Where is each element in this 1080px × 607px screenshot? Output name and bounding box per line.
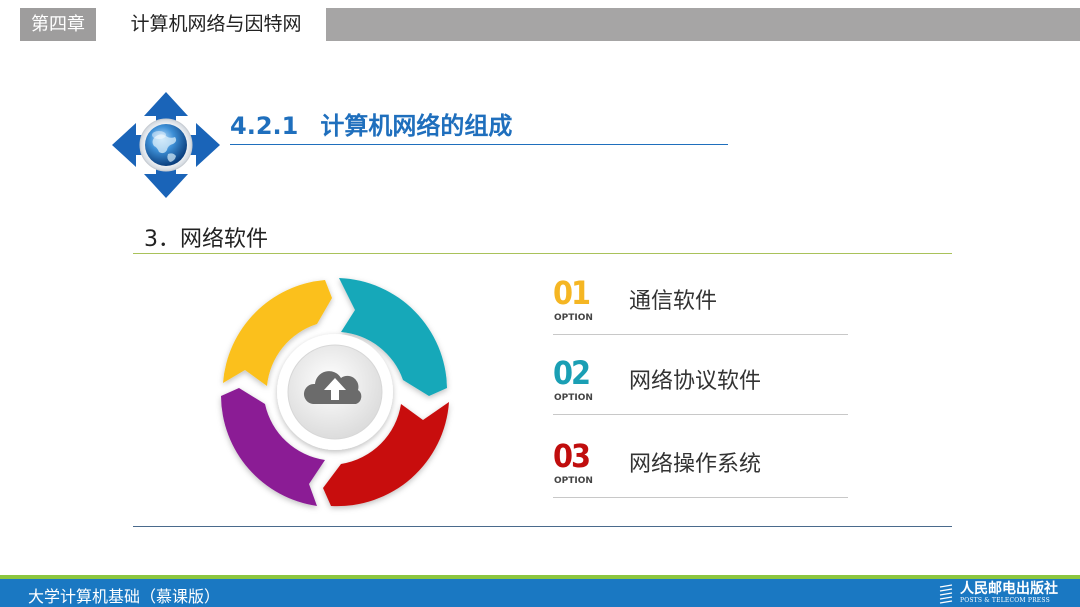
option-item-1: 01 OPTION 通信软件 — [553, 275, 848, 335]
option-label: 通信软件 — [629, 289, 718, 314]
publisher-logo: 人民邮电出版社 POSTS & TELECOM PRESS — [939, 581, 1058, 605]
option-tag: OPTION — [554, 313, 593, 323]
globe-arrows-icon — [110, 90, 222, 200]
chapter-tag: 第四章 — [20, 8, 96, 41]
option-item-2: 02 OPTION 网络协议软件 — [553, 355, 848, 415]
footer-bar: 大学计算机基础（慕课版） 人民邮电出版社 POSTS & TELECOM PRE… — [0, 579, 1080, 607]
publisher-mark-icon — [939, 584, 953, 604]
option-tag: OPTION — [554, 476, 593, 486]
option-tag: OPTION — [554, 393, 593, 403]
top-bar-fill — [326, 8, 1080, 41]
option-divider — [553, 497, 848, 498]
content-bottom-divider — [133, 526, 952, 527]
option-label: 网络协议软件 — [629, 369, 762, 394]
option-item-3: 03 OPTION 网络操作系统 — [553, 438, 848, 498]
option-divider — [553, 414, 848, 415]
option-number: 02 — [553, 354, 591, 392]
section-number: 4.2.1 — [230, 112, 299, 140]
section-title: 计算机网络的组成 — [320, 112, 513, 140]
publisher-name-cn: 人民邮电出版社 — [960, 581, 1058, 597]
subheading-divider — [133, 253, 952, 254]
option-divider — [553, 334, 848, 335]
subheading: 3．网络软件 — [144, 227, 268, 252]
chapter-title: 计算机网络与因特网 — [130, 13, 302, 35]
top-bar: 第四章 计算机网络与因特网 — [0, 8, 1080, 41]
option-number: 03 — [553, 437, 591, 475]
heading-divider — [230, 144, 728, 145]
option-number: 01 — [553, 274, 591, 312]
section-heading: 4.2.1 计算机网络的组成 — [230, 106, 512, 141]
course-title: 大学计算机基础（慕课版） — [28, 587, 221, 606]
cycle-diagram — [205, 270, 465, 520]
option-label: 网络操作系统 — [629, 452, 762, 477]
publisher-name-en: POSTS & TELECOM PRESS — [960, 597, 1050, 604]
